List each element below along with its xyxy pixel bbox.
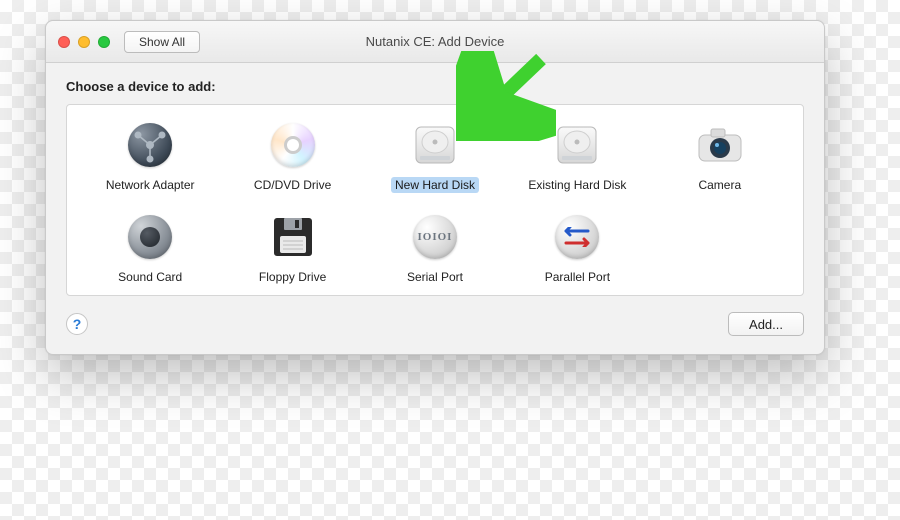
show-all-label: Show All	[139, 35, 185, 49]
content-area: Choose a device to add: Network Adapter C…	[46, 63, 824, 354]
zoom-icon[interactable]	[98, 36, 110, 48]
device-label: Serial Port	[403, 269, 467, 285]
footer: ? Add...	[66, 312, 804, 336]
device-serial-port[interactable]: IOIOI Serial Port	[368, 211, 502, 285]
titlebar: Show All Nutanix CE: Add Device	[46, 21, 824, 63]
show-all-button[interactable]: Show All	[124, 31, 200, 53]
device-sound-card[interactable]: Sound Card	[83, 211, 217, 285]
close-icon[interactable]	[58, 36, 70, 48]
add-button[interactable]: Add...	[728, 312, 804, 336]
device-label: Camera	[694, 177, 745, 193]
minimize-icon[interactable]	[78, 36, 90, 48]
hard-disk-icon	[551, 119, 603, 171]
help-icon: ?	[73, 316, 82, 332]
camera-icon	[694, 119, 746, 171]
device-label: Sound Card	[114, 269, 186, 285]
device-new-hard-disk[interactable]: New Hard Disk	[368, 119, 502, 193]
dialog-window: Show All Nutanix CE: Add Device Choose a…	[45, 20, 825, 355]
device-floppy-drive[interactable]: Floppy Drive	[225, 211, 359, 285]
device-cddvd-drive[interactable]: CD/DVD Drive	[225, 119, 359, 193]
device-label: New Hard Disk	[391, 177, 479, 193]
device-picker: Network Adapter CD/DVD Drive New Hard Disk…	[66, 104, 804, 296]
device-label: Floppy Drive	[255, 269, 330, 285]
help-button[interactable]: ?	[66, 313, 88, 335]
floppy-icon	[267, 211, 319, 263]
device-label: Parallel Port	[541, 269, 614, 285]
device-label: Existing Hard Disk	[524, 177, 630, 193]
cd-drive-icon	[267, 119, 319, 171]
speaker-icon	[124, 211, 176, 263]
traffic-lights	[58, 36, 110, 48]
device-existing-hard-disk[interactable]: Existing Hard Disk	[510, 119, 644, 193]
device-network-adapter[interactable]: Network Adapter	[83, 119, 217, 193]
device-label: Network Adapter	[102, 177, 199, 193]
device-label: CD/DVD Drive	[250, 177, 335, 193]
prompt-label: Choose a device to add:	[66, 79, 804, 94]
add-button-label: Add...	[749, 317, 783, 332]
network-adapter-icon	[124, 119, 176, 171]
parallel-port-icon	[551, 211, 603, 263]
serial-port-icon: IOIOI	[409, 211, 461, 263]
device-grid: Network Adapter CD/DVD Drive New Hard Disk…	[83, 119, 787, 285]
hard-disk-icon	[409, 119, 461, 171]
device-parallel-port[interactable]: Parallel Port	[510, 211, 644, 285]
device-camera[interactable]: Camera	[653, 119, 787, 193]
